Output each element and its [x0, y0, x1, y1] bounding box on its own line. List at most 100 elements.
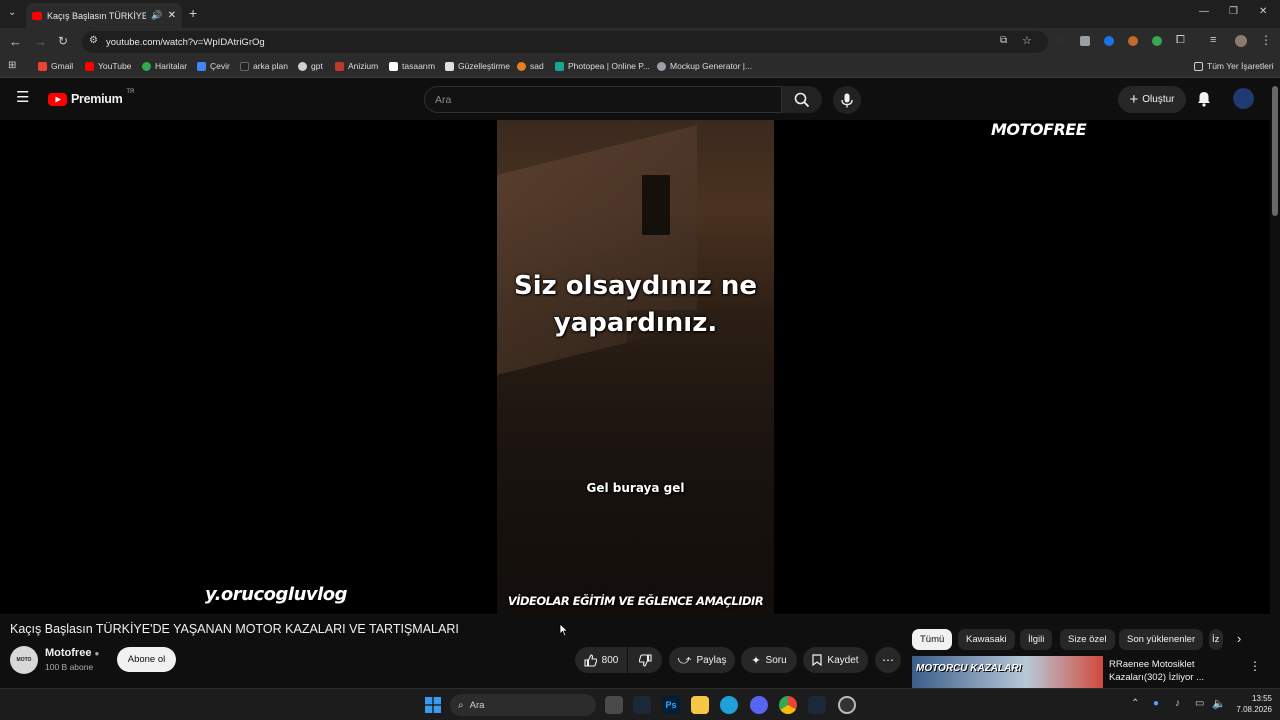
windows-start-icon[interactable] [425, 697, 441, 713]
network-icon[interactable]: ▭ [1195, 698, 1204, 709]
recommended-menu-icon[interactable]: ⋮ [1249, 659, 1261, 673]
extensions-puzzle-icon[interactable]: ⧠ [1176, 34, 1185, 47]
address-field[interactable]: ⚙ youtube.com/watch?v=WpIDAtriGrOg ⧉ ☆ [82, 31, 1048, 53]
ask-button[interactable]: ✦ Soru [741, 647, 797, 673]
chip-tumu[interactable]: Tümü [912, 629, 953, 650]
steam-icon[interactable] [633, 696, 651, 714]
task-view-icon[interactable] [605, 696, 623, 714]
extension-icon[interactable] [1128, 36, 1138, 46]
profile-avatar[interactable] [1235, 35, 1247, 47]
back-icon[interactable]: ← [9, 34, 22, 49]
bookmark-mockup[interactable]: Mockup Generator |... [657, 61, 752, 71]
tab-list-icon[interactable]: ⌄ [8, 7, 16, 18]
extension-icon[interactable] [1104, 36, 1114, 46]
like-button[interactable]: 800 [575, 647, 627, 673]
restore-icon[interactable]: ❐ [1229, 6, 1238, 17]
microphone-icon [841, 93, 853, 107]
channel-name[interactable]: Motofree ● [45, 647, 99, 659]
extension-icon[interactable] [1080, 36, 1090, 46]
bookmark-tasaarim[interactable]: tasaarım [389, 61, 435, 71]
site-info-icon[interactable]: ⚙ [89, 35, 98, 46]
minimize-icon[interactable]: — [1199, 6, 1209, 17]
thumbnail-text: MOTORCU KAZALARI [916, 663, 1022, 674]
region-code: TR [126, 89, 135, 95]
clock[interactable]: 13:55 7.08.2026 [1232, 693, 1272, 715]
app-icon[interactable] [838, 696, 856, 714]
browser-tab[interactable]: Kaçış Başlasın TÜRKİYE'DE Y 🔊 ✕ [26, 3, 182, 28]
sparkle-icon: ✦ [751, 654, 761, 667]
close-window-icon[interactable]: ✕ [1259, 6, 1267, 17]
search-input[interactable]: Ara [424, 86, 782, 113]
steam-icon[interactable] [808, 696, 826, 714]
tab-close-icon[interactable]: ✕ [168, 10, 176, 21]
bookmark-sad[interactable]: sad [517, 61, 544, 71]
search-button[interactable] [782, 86, 822, 113]
reload-icon[interactable]: ↻ [58, 34, 68, 48]
scrollbar-thumb[interactable] [1272, 86, 1278, 216]
extension-icon[interactable] [1056, 37, 1065, 46]
recommended-thumbnail[interactable]: MOTORCU KAZALARI [912, 656, 1103, 688]
taskbar-search[interactable]: ⌕ Ara [450, 694, 596, 716]
chip-partial[interactable]: İz [1209, 629, 1223, 650]
bookmark-arka-plan[interactable]: arka plan [240, 61, 288, 71]
chip-ilgili[interactable]: İlgili [1020, 629, 1053, 650]
chip-size-ozel[interactable]: Size özel [1060, 629, 1115, 650]
bookmark-haritalar[interactable]: Haritalar [142, 61, 187, 71]
volume-icon[interactable]: 🔈 [1212, 697, 1226, 710]
media-icon[interactable]: ≡ [1210, 34, 1216, 46]
recommended-title[interactable]: RRaenee Motosiklet Kazaları(302) İzliyor… [1109, 658, 1239, 684]
bookmark-photopea[interactable]: Photopea | Online P... [555, 61, 650, 71]
extension-icon[interactable] [1152, 36, 1162, 46]
forward-icon[interactable]: → [34, 34, 47, 49]
more-actions-button[interactable]: ⋯ [875, 647, 901, 673]
youtube-icon [85, 61, 94, 71]
chip-son-yuklenenler[interactable]: Son yüklenenler [1119, 629, 1204, 650]
bookmark-star-icon[interactable]: ☆ [1022, 34, 1032, 47]
youtube-logo[interactable]: Premium TR [48, 89, 135, 106]
bookmark-youtube[interactable]: YouTube [85, 61, 131, 71]
tray-app-icon[interactable]: ● [1153, 698, 1159, 709]
subscribe-button[interactable]: Abone ol [117, 647, 176, 672]
video-player[interactable]: MOTOFREE y.orucogluvlog Siz olsaydınız n… [0, 120, 1270, 614]
browser-menu-icon[interactable]: ⋮ [1260, 33, 1272, 47]
channel-avatar[interactable]: MOTO [10, 646, 38, 674]
photoshop-icon[interactable]: Ps [662, 696, 680, 714]
bookmark-gmail[interactable]: Gmail [38, 61, 73, 71]
new-tab-icon[interactable]: + [189, 5, 197, 21]
sad-icon [517, 61, 526, 71]
search-placeholder: Ara [435, 93, 452, 106]
anizium-icon [335, 61, 344, 71]
share-button[interactable]: ⤻ Paylaş [669, 647, 735, 673]
chrome-icon[interactable] [779, 696, 797, 714]
tray-mic-icon[interactable]: ♪ [1175, 698, 1180, 709]
bookmark-cevir[interactable]: Çevir [197, 61, 230, 71]
install-app-icon[interactable]: ⧉ [1000, 35, 1007, 46]
folder-icon [1194, 61, 1203, 71]
tab-title: Kaçış Başlasın TÜRKİYE'DE Y [47, 10, 147, 21]
tray-chevron-icon[interactable]: ⌃ [1131, 698, 1139, 709]
all-bookmarks[interactable]: Tüm Yer İşaretleri [1194, 61, 1274, 71]
save-button[interactable]: Kaydet [803, 647, 868, 673]
speaker-icon[interactable]: 🔊 [151, 10, 162, 21]
maps-icon [142, 61, 151, 71]
tasaarim-icon [389, 61, 398, 71]
apps-grid-icon[interactable]: ⊞ [8, 60, 16, 71]
video-frame[interactable]: Siz olsaydınız ne yapardınız. Gel buraya… [497, 120, 774, 614]
bookmark-guzellestirme[interactable]: Güzelleştirme [445, 61, 510, 71]
hamburger-menu-icon[interactable]: ☰ [16, 90, 29, 105]
chips-next-icon[interactable]: › [1237, 631, 1241, 646]
edge-icon[interactable] [720, 696, 738, 714]
channel-watermark: y.orucogluvlog [205, 584, 348, 605]
chip-kawasaki[interactable]: Kawasaki [958, 629, 1015, 650]
discord-icon[interactable] [750, 696, 768, 714]
page-scrollbar[interactable] [1270, 78, 1280, 688]
create-button[interactable]: + Oluştur [1118, 86, 1186, 113]
voice-search-button[interactable] [833, 86, 861, 114]
dislike-button[interactable] [628, 647, 662, 673]
bookmark-gpt[interactable]: gpt [298, 61, 323, 71]
account-avatar[interactable] [1233, 88, 1254, 109]
photopea-icon [555, 61, 564, 71]
file-explorer-icon[interactable] [691, 696, 709, 714]
bookmark-anizium[interactable]: Anizium [335, 61, 378, 71]
notifications-bell-icon[interactable] [1197, 91, 1211, 107]
